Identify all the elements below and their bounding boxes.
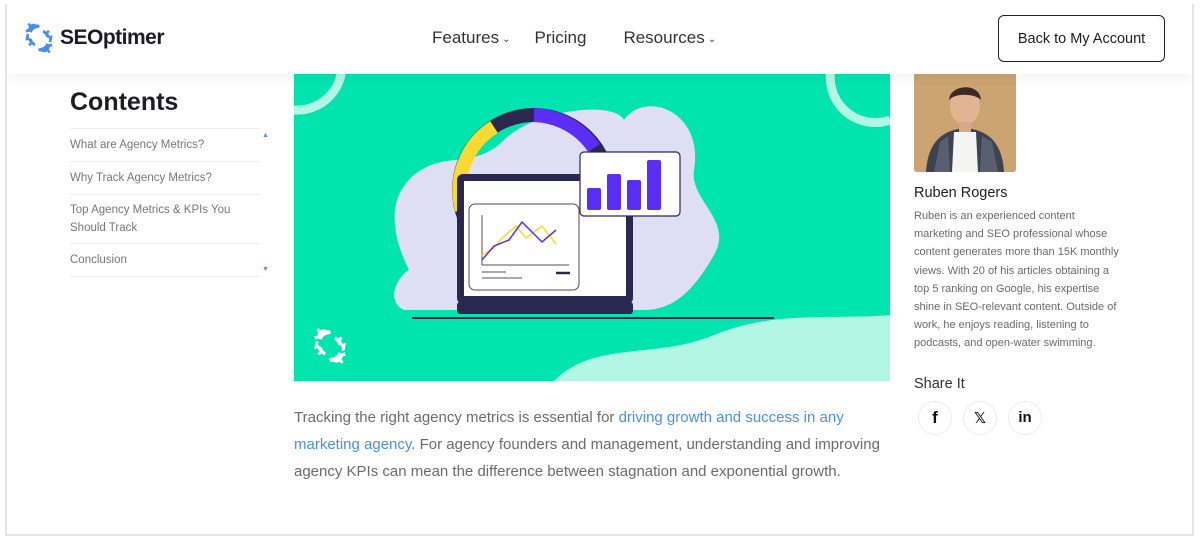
x-icon: 𝕏 [973,409,987,427]
author-card: Ruben Rogers Ruben is an experienced con… [914,70,1124,435]
seoptimer-logo-icon [25,22,53,54]
nav-resources[interactable]: Resources ⌄ [623,28,716,48]
toc-item-why-track-agency-metrics[interactable]: Why Track Agency Metrics? [70,162,260,195]
bar-1 [587,188,601,210]
share-x-button[interactable]: 𝕏 [963,400,997,435]
nav-features-label: Features [432,28,500,47]
share-facebook-button[interactable]: f [918,400,952,435]
chevron-down-icon: ⌄ [502,33,511,45]
logo[interactable]: SEOptimer [21,20,165,56]
site-header: SEOptimer Features ⌄ Pricing Resources ⌄… [7,4,1192,74]
hero-illustration [294,70,890,381]
toc-scroll-down-arrow-icon[interactable]: ▼ [262,266,269,273]
author-bio: Ruben is an experienced content marketin… [914,210,1119,350]
author-photo [914,70,1016,172]
page-frame: SEOptimer Features ⌄ Pricing Resources ⌄… [5,4,1194,536]
toc-item-top-agency-metrics[interactable]: Top Agency Metrics & KPIs You Should Tra… [70,195,260,244]
share-title: Share It [914,375,965,392]
article-text-1: Tracking the right agency metrics is ess… [294,409,619,426]
nav-pricing[interactable]: Pricing [534,28,586,48]
line-chart-card [468,203,580,291]
nav-features[interactable]: Features ⌄ [432,28,510,48]
laptop-base [457,302,633,314]
author-avatar-image [914,70,1016,172]
article-intro: Tracking the right agency metrics is ess… [294,404,894,485]
table-of-contents: Contents What are Agency Metrics? Why Tr… [70,88,275,277]
linkedin-icon: in [1018,409,1032,427]
share-buttons: f 𝕏 in [918,400,1124,435]
hero-illustration-graphic [294,70,890,381]
author-name: Ruben Rogers [914,185,1008,201]
nav-pricing-label: Pricing [534,28,587,47]
bar-3 [627,180,641,210]
bar-2 [607,174,621,210]
brand-name: SEOptimer [60,26,165,49]
main-nav: Features ⌄ Pricing Resources ⌄ [432,28,716,48]
toc-item-what-are-agency-metrics[interactable]: What are Agency Metrics? [70,129,260,162]
share-linkedin-button[interactable]: in [1008,400,1042,435]
nav-resources-label: Resources [623,28,705,47]
toc-title: Contents [70,88,179,116]
toc-item-conclusion[interactable]: Conclusion [70,244,260,277]
toc-list: What are Agency Metrics? Why Track Agenc… [70,128,269,277]
bar-4 [647,160,661,210]
toc-scroll-up-arrow-icon[interactable]: ▲ [262,132,269,139]
back-to-account-button[interactable]: Back to My Account [998,15,1165,62]
chevron-down-icon: ⌄ [707,33,717,45]
facebook-icon: f [932,407,938,427]
